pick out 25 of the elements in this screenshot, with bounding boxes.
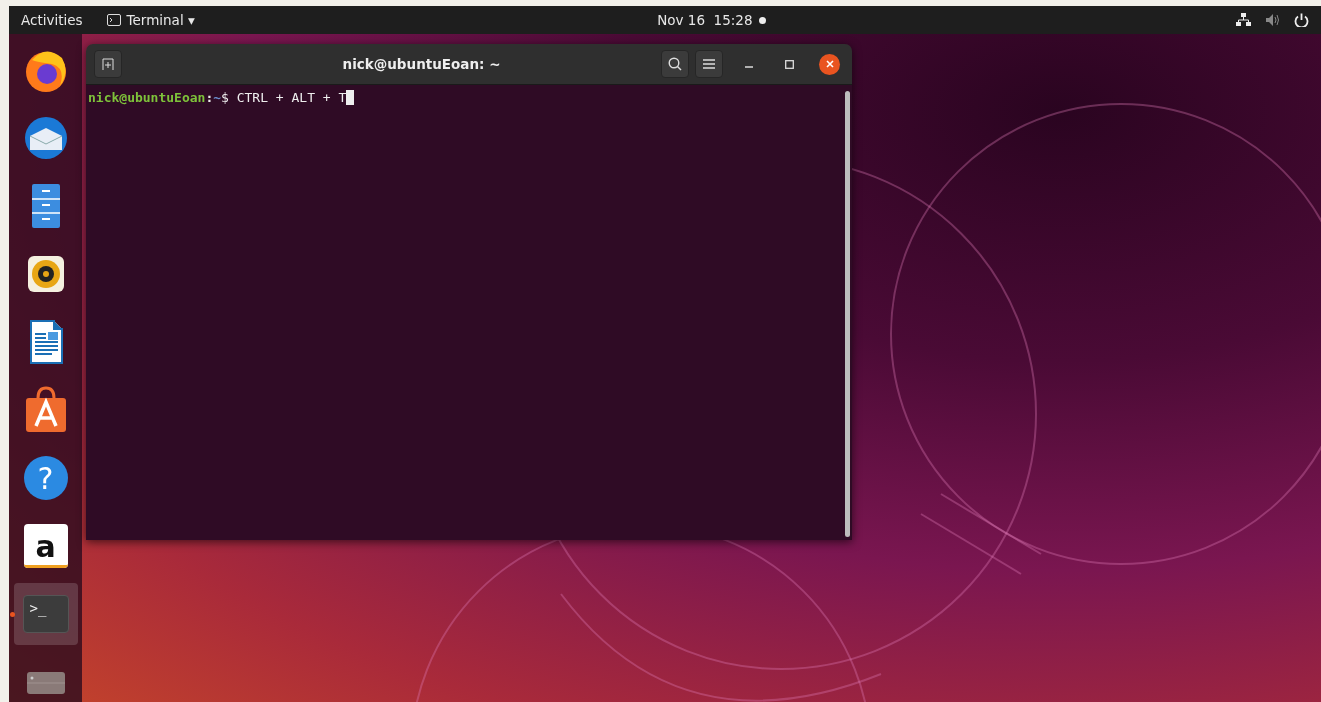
close-icon	[825, 60, 834, 68]
search-button[interactable]	[661, 50, 689, 78]
new-tab-icon	[102, 58, 114, 70]
window-title: nick@ubuntuEoan: ~	[341, 56, 502, 72]
activities-button[interactable]: Activities	[13, 6, 91, 34]
search-icon	[668, 57, 682, 71]
clock-button[interactable]: Nov 16 15:28	[649, 6, 774, 34]
dock-help-button[interactable]: ?	[13, 447, 78, 509]
app-menu-button[interactable]: Terminal ▾	[98, 6, 203, 34]
speaker-icon[interactable]	[1265, 13, 1280, 27]
power-icon[interactable]	[1294, 13, 1309, 27]
dock-terminal-button[interactable]: >_	[13, 583, 78, 645]
question-circle-icon: ?	[23, 456, 68, 500]
maximize-icon	[784, 59, 794, 69]
network-icon[interactable]	[1236, 13, 1251, 27]
terminal-icon	[106, 14, 121, 26]
scrollbar[interactable]	[844, 91, 850, 537]
menu-button[interactable]	[695, 50, 723, 78]
letter-a-icon: a	[23, 524, 68, 568]
close-button[interactable]	[819, 53, 840, 75]
terminal-icon: >_	[22, 595, 69, 633]
terminal-line: nick@ubuntuEoan:~$ CTRL + ALT + T	[88, 90, 840, 105]
menu-icon	[703, 59, 715, 69]
dock-amazon-button[interactable]: a	[13, 515, 78, 577]
new-tab-button[interactable]	[94, 50, 122, 78]
